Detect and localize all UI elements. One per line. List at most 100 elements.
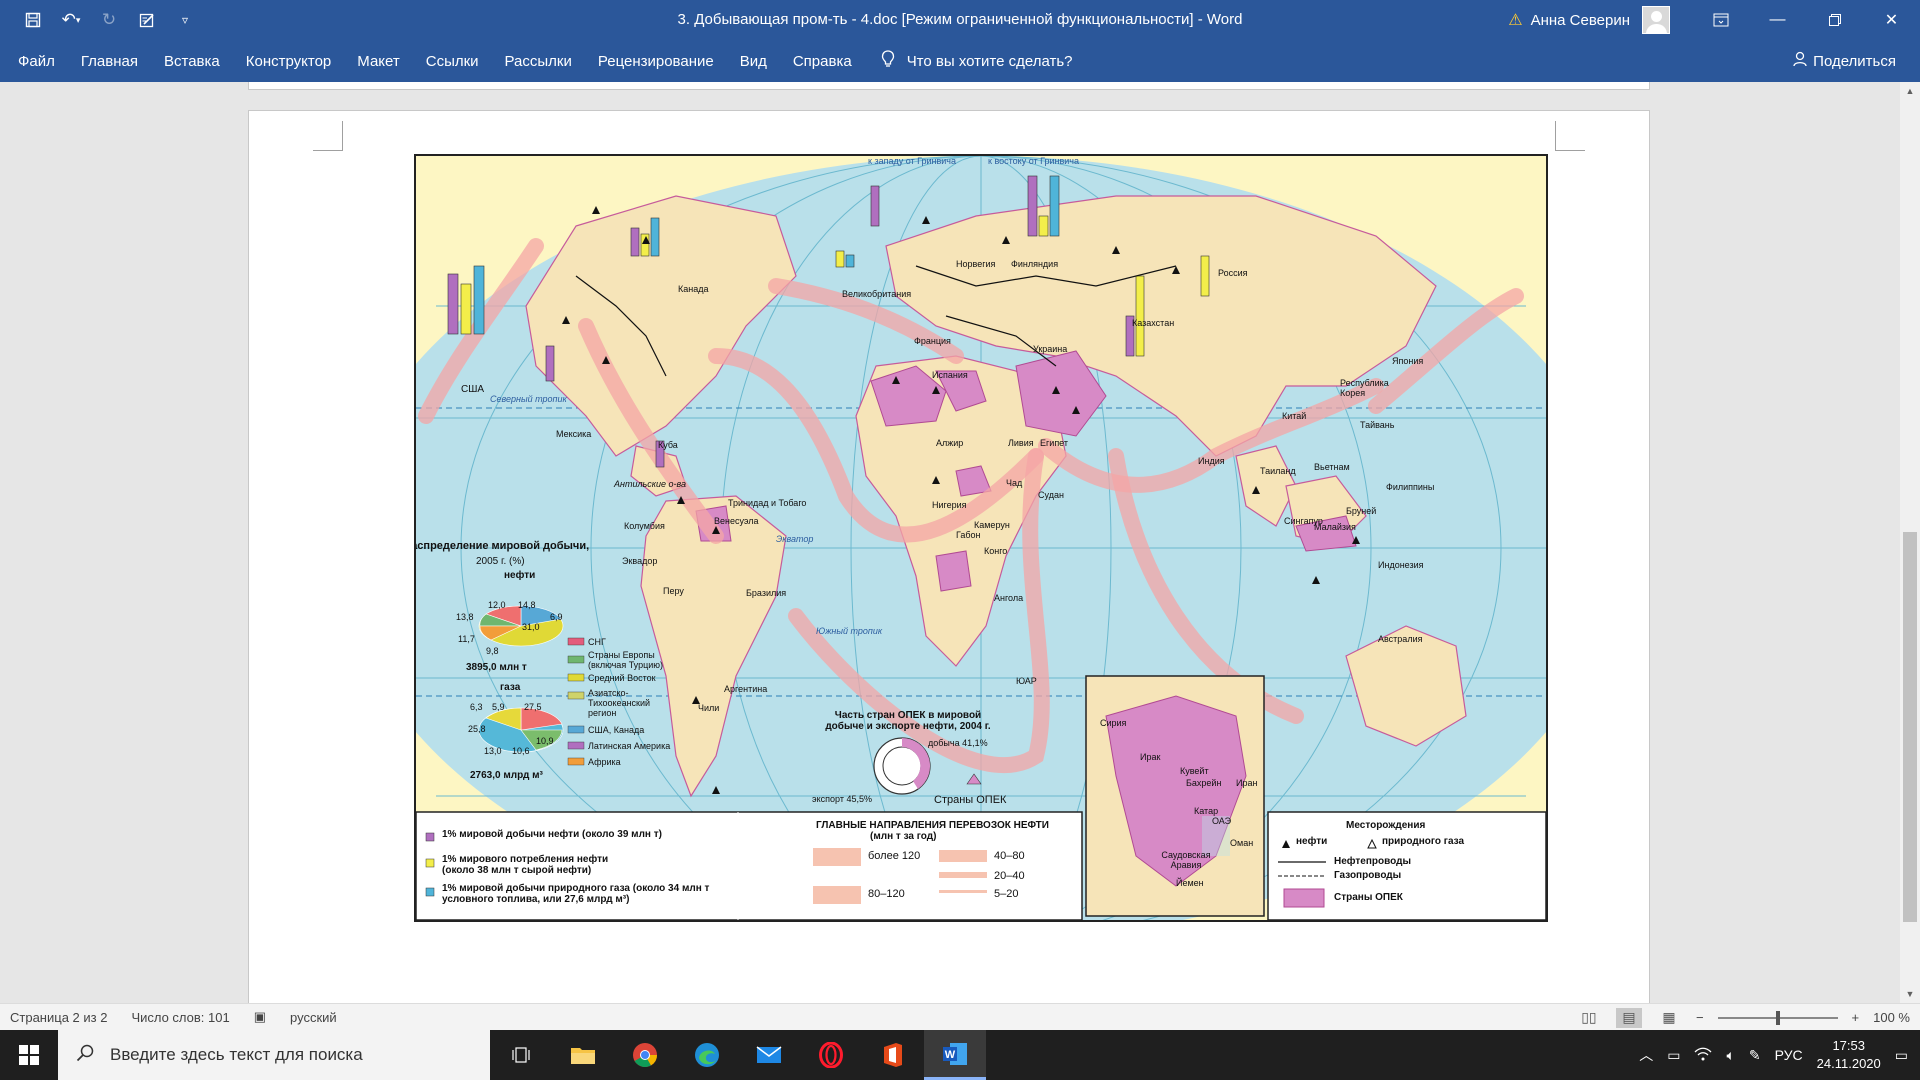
wifi-icon[interactable] [1694, 1047, 1712, 1064]
warning-icon[interactable]: ⚠ [1508, 10, 1522, 30]
vertical-scrollbar[interactable]: ▲ ▼ [1900, 82, 1920, 1003]
zoom-out-icon[interactable]: − [1696, 1010, 1704, 1025]
region-cis: СНГ [588, 637, 606, 647]
print-layout-icon[interactable]: ▤ [1615, 1007, 1642, 1028]
mail-icon[interactable] [738, 1030, 800, 1080]
oil-value-1: 12,0 [488, 600, 506, 610]
ribbon-display-options-icon[interactable] [1692, 0, 1749, 40]
clock-time: 17:53 [1832, 1038, 1865, 1053]
page-count[interactable]: Страница 2 из 2 [10, 1010, 107, 1025]
label-venezuela: Венесуэла [714, 516, 759, 526]
gas-value-7: 10,9 [536, 736, 554, 746]
opec-countries-label: Страны ОПЕК [934, 794, 1007, 806]
tab-file[interactable]: Файл [0, 40, 68, 82]
tab-references[interactable]: Ссылки [413, 40, 492, 82]
clock[interactable]: 17:53 24.11.2020 [1817, 1037, 1881, 1073]
tab-design[interactable]: Конструктор [233, 40, 345, 82]
chrome-icon[interactable] [614, 1030, 676, 1080]
deposits-gas: природного газа [1382, 836, 1465, 847]
inset-kuwait: Кувейт [1180, 766, 1209, 776]
region-africa: Африка [588, 757, 621, 767]
flows-40-80: 40–80 [994, 850, 1025, 862]
close-button[interactable]: ✕ [1863, 0, 1920, 40]
edge-icon[interactable] [676, 1030, 738, 1080]
inset-iran: Иран [1236, 778, 1258, 788]
web-layout-icon[interactable]: ▦ [1656, 1008, 1682, 1028]
tab-home[interactable]: Главная [68, 40, 151, 82]
tab-insert[interactable]: Вставка [151, 40, 233, 82]
oil-value-3: 13,8 [456, 612, 474, 622]
save-icon[interactable] [16, 5, 50, 35]
label-thailand: Таиланд [1260, 466, 1296, 476]
label-cameroon: Камерун [974, 520, 1010, 530]
label-chad: Чад [1006, 478, 1023, 488]
distribution-title: Распределение мировой добычи, [414, 540, 590, 552]
restore-button[interactable] [1806, 0, 1863, 40]
share-button[interactable]: Поделиться [1793, 40, 1896, 82]
ribbon-tabs: Файл Главная Вставка Конструктор Макет С… [0, 40, 1920, 82]
tab-layout[interactable]: Макет [344, 40, 412, 82]
scroll-down-icon[interactable]: ▼ [1900, 985, 1920, 1003]
tab-view[interactable]: Вид [727, 40, 780, 82]
user-name[interactable]: Анна Северин [1531, 12, 1630, 29]
input-language[interactable]: РУС [1775, 1047, 1803, 1063]
office-icon[interactable] [862, 1030, 924, 1080]
region-europe: Страны Европы (включая Турцию) [588, 650, 664, 670]
scroll-thumb[interactable] [1903, 532, 1917, 922]
tell-me-box[interactable]: Что вы хотите сделать? [881, 49, 1073, 73]
chevron-up-icon[interactable]: ︿ [1639, 1045, 1653, 1065]
tab-review[interactable]: Рецензирование [585, 40, 727, 82]
label-philippines: Филиппины [1386, 482, 1435, 492]
inset-syria: Сирия [1100, 718, 1127, 728]
file-explorer-icon[interactable] [552, 1030, 614, 1080]
taskbar: Введите здесь текст для поиска W ︿ ▭ 🔈︎ … [0, 1030, 1920, 1080]
task-view-icon[interactable] [490, 1030, 552, 1080]
redo-icon[interactable]: ↻ [92, 5, 126, 35]
label-vietnam: Вьетнам [1314, 462, 1350, 472]
read-mode-icon[interactable]: ▯▯ [1576, 1008, 1602, 1028]
edit-doc-icon[interactable] [130, 5, 164, 35]
pen-icon[interactable]: ✎ [1749, 1047, 1761, 1064]
legend-gas-production: 1% мировой добычи природного газа (около… [442, 883, 710, 905]
opec-export-label: экспорт 45,5% [812, 794, 872, 804]
legend-oil-consumption: 1% мирового потребления нефти (около 38 … [442, 854, 609, 876]
flows-20-40: 20–40 [994, 870, 1025, 882]
label-mexico: Мексика [556, 429, 592, 439]
customize-qat-icon[interactable]: ▿ [168, 5, 202, 35]
windows-start-icon[interactable] [0, 1030, 58, 1080]
region-asia-pacific: Азиатско-Тихоокеанский регион [588, 688, 651, 718]
taskbar-search[interactable]: Введите здесь текст для поиска [58, 1030, 490, 1080]
volume-icon[interactable]: 🔈︎ [1726, 1047, 1734, 1064]
share-label: Поделиться [1813, 52, 1896, 70]
east-label: к востоку от Гринвича [988, 156, 1079, 166]
proofing-icon[interactable]: ▣ [254, 1009, 266, 1025]
gas-heading: газа [500, 682, 521, 693]
undo-icon[interactable]: ↶ ▾ [54, 5, 88, 35]
inset-qatar: Катар [1194, 806, 1219, 816]
notifications-icon[interactable]: ▭ [1895, 1047, 1908, 1064]
tell-me-text: Что вы хотите сделать? [906, 52, 1073, 70]
minimize-button[interactable]: — [1749, 0, 1806, 40]
tab-mailings[interactable]: Рассылки [492, 40, 585, 82]
label-spain: Испания [932, 370, 968, 380]
zoom-slider-thumb[interactable] [1775, 1010, 1780, 1025]
opec-production-label: добыча 41,1% [928, 738, 988, 748]
world-oil-gas-map[interactable]: к западу от Гринвича к востоку от Гринви… [414, 154, 1548, 922]
legend-oil-production: 1% мировой добычи нефти (около 39 млн т) [442, 829, 662, 840]
flows-over-120: более 120 [868, 850, 921, 862]
word-count[interactable]: Число слов: 101 [131, 1010, 229, 1025]
word-icon[interactable]: W [924, 1030, 986, 1080]
zoom-in-icon[interactable]: + [1852, 1010, 1860, 1025]
scroll-up-icon[interactable]: ▲ [1900, 82, 1920, 100]
deposits-oil: нефти [1296, 836, 1328, 847]
zoom-slider[interactable] [1717, 1010, 1838, 1025]
tab-help[interactable]: Справка [780, 40, 865, 82]
avatar[interactable] [1642, 6, 1670, 34]
inset-yemen: Йемен [1176, 878, 1204, 888]
language[interactable]: русский [290, 1010, 337, 1025]
opera-icon[interactable] [800, 1030, 862, 1080]
battery-icon[interactable]: ▭ [1667, 1047, 1680, 1064]
label-indonesia: Индонезия [1378, 560, 1424, 570]
oil-total: 3895,0 млн т [466, 662, 527, 673]
zoom-level[interactable]: 100 % [1873, 1010, 1910, 1025]
